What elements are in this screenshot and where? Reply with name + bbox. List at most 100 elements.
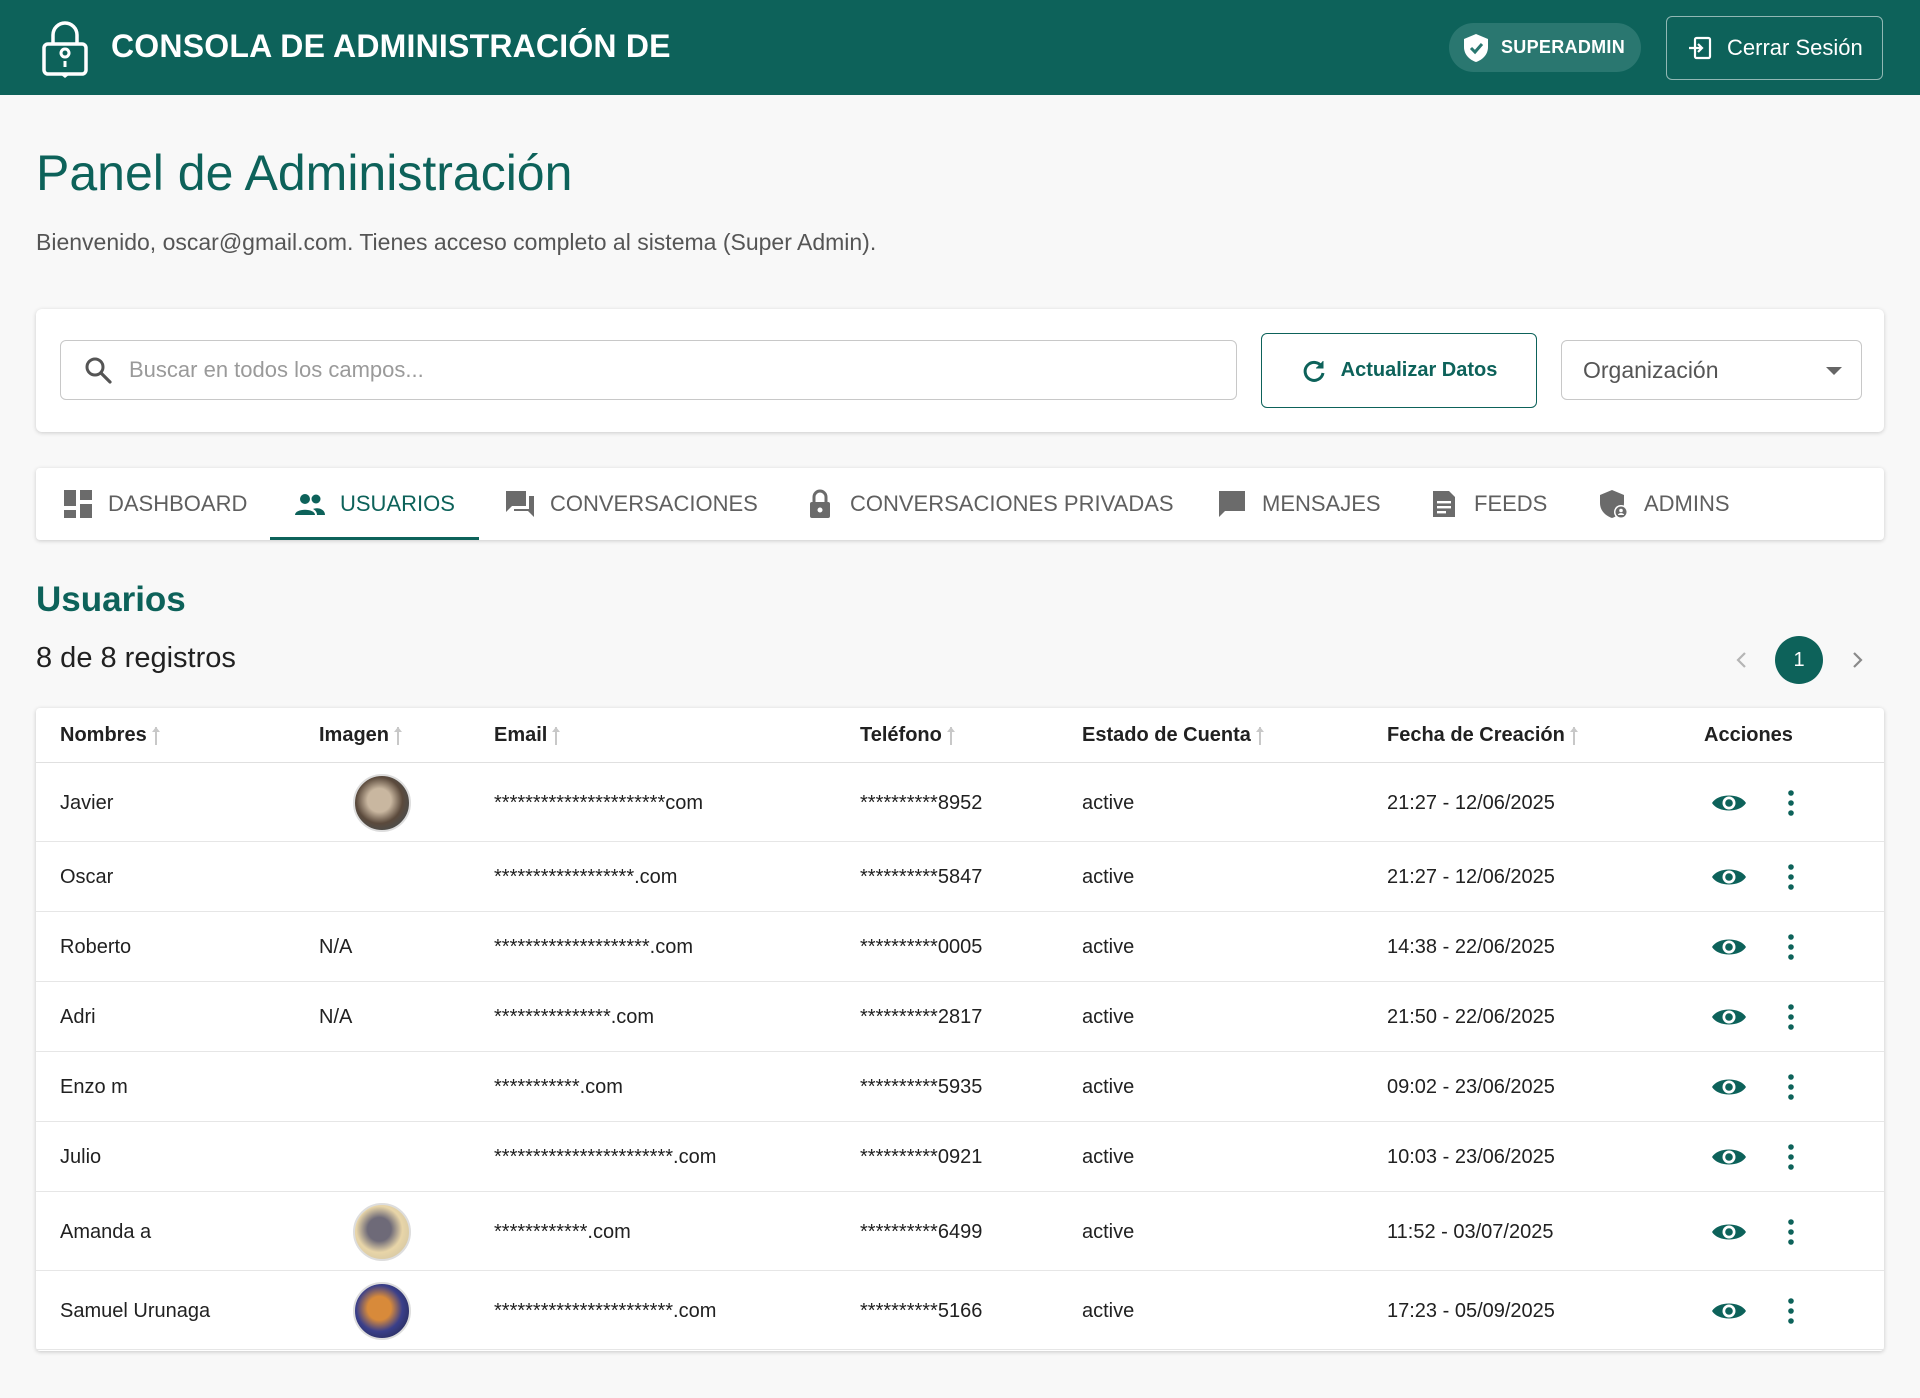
refresh-data-button[interactable]: Actualizar Datos bbox=[1261, 333, 1537, 408]
column-header-label: Estado de Cuenta bbox=[1082, 724, 1251, 746]
more-options-icon[interactable] bbox=[1786, 1143, 1796, 1171]
search-input[interactable] bbox=[129, 357, 1209, 383]
chat-icon bbox=[1219, 491, 1245, 517]
view-eye-icon[interactable] bbox=[1711, 1075, 1747, 1099]
account-status: active bbox=[1082, 1221, 1135, 1243]
account-status: active bbox=[1082, 936, 1135, 958]
tab-usuarios[interactable]: USUARIOS bbox=[270, 468, 479, 540]
view-eye-icon[interactable] bbox=[1711, 1005, 1747, 1029]
view-eye-icon[interactable] bbox=[1711, 791, 1747, 815]
account-status: active bbox=[1082, 866, 1135, 888]
user-name: Enzo m bbox=[60, 1076, 128, 1098]
user-email: ********************.com bbox=[494, 936, 694, 958]
user-image-text: N/A bbox=[319, 1006, 353, 1028]
user-phone: **********0005 bbox=[860, 936, 983, 958]
view-eye-icon[interactable] bbox=[1711, 865, 1747, 889]
more-options-icon[interactable] bbox=[1786, 1073, 1796, 1101]
search-field[interactable] bbox=[60, 340, 1237, 400]
forum-icon bbox=[506, 491, 534, 517]
more-options-icon[interactable] bbox=[1786, 933, 1796, 961]
chevron-down-icon bbox=[1826, 367, 1842, 375]
previous-page-button[interactable] bbox=[1731, 646, 1753, 674]
user-image-text: N/A bbox=[319, 936, 353, 958]
more-options-icon[interactable] bbox=[1786, 1218, 1796, 1246]
user-phone: **********5847 bbox=[860, 866, 983, 888]
organization-select[interactable]: Organización bbox=[1561, 340, 1862, 400]
column-header-email[interactable]: Email bbox=[494, 724, 561, 747]
column-header-label: Teléfono bbox=[860, 724, 942, 746]
user-name: Samuel Urunaga bbox=[60, 1300, 211, 1322]
view-eye-icon[interactable] bbox=[1711, 935, 1747, 959]
column-header-telefono[interactable]: Teléfono bbox=[860, 724, 956, 747]
table-row: Roberto N/A ********************.com ******… bbox=[36, 912, 1884, 982]
column-header-estado[interactable]: Estado de Cuenta bbox=[1082, 724, 1265, 747]
account-status: active bbox=[1082, 1006, 1135, 1028]
record-count: 8 de 8 registros bbox=[36, 642, 236, 674]
next-page-button[interactable] bbox=[1846, 646, 1868, 674]
tab-conversaciones[interactable]: CONVERSACIONES bbox=[504, 468, 758, 540]
user-name: Roberto bbox=[60, 936, 132, 958]
top-app-bar: CONSOLA DE ADMINISTRACIÓN DE SUPERADMIN … bbox=[0, 0, 1920, 95]
role-badge-label: SUPERADMIN bbox=[1501, 37, 1626, 57]
table-row: Samuel Urunaga ***********************.co… bbox=[36, 1271, 1884, 1350]
table-row: Adri N/A ***************.com **********2817… bbox=[36, 982, 1884, 1052]
role-badge: SUPERADMIN bbox=[1449, 23, 1641, 72]
column-header-label: Email bbox=[494, 724, 548, 746]
user-phone: **********5166 bbox=[860, 1300, 983, 1322]
page-1-button[interactable]: 1 bbox=[1775, 636, 1823, 684]
column-header-label: Nombres bbox=[60, 724, 147, 746]
more-options-icon[interactable] bbox=[1786, 863, 1796, 891]
column-header-label: Imagen bbox=[319, 724, 390, 746]
tab-label: ADMINS bbox=[1644, 491, 1730, 516]
account-status: active bbox=[1082, 1300, 1135, 1322]
tab-label: DASHBOARD bbox=[108, 491, 248, 516]
tab-label: FEEDS bbox=[1474, 491, 1548, 516]
column-header-imagen[interactable]: Imagen bbox=[319, 724, 403, 747]
avatar bbox=[353, 1282, 411, 1340]
view-eye-icon[interactable] bbox=[1711, 1299, 1747, 1323]
tab-label: USUARIOS bbox=[340, 491, 455, 516]
tab-conversaciones-privadas[interactable]: CONVERSACIONES PRIVADAS bbox=[804, 468, 1174, 540]
more-options-icon[interactable] bbox=[1786, 1297, 1796, 1325]
page-title: Panel de Administración bbox=[36, 145, 573, 201]
sort-icon bbox=[551, 725, 561, 747]
account-status: active bbox=[1082, 1076, 1135, 1098]
view-eye-icon[interactable] bbox=[1711, 1220, 1747, 1244]
table-row: Oscar ******************.com **********584… bbox=[36, 842, 1884, 912]
user-name: Oscar bbox=[60, 866, 114, 888]
user-phone: **********2817 bbox=[860, 1006, 983, 1028]
table-row: Julio ***********************.com ********… bbox=[36, 1122, 1884, 1192]
created-date: 21:50 - 22/06/2025 bbox=[1387, 1006, 1555, 1028]
created-date: 14:38 - 22/06/2025 bbox=[1387, 936, 1555, 958]
table-row: Enzo m ***********.com **********5935 activ… bbox=[36, 1052, 1884, 1122]
logout-label: Cerrar Sesión bbox=[1727, 35, 1863, 60]
tab-dashboard[interactable]: DASHBOARD bbox=[62, 468, 247, 540]
column-header-nombres[interactable]: Nombres bbox=[60, 724, 161, 747]
admin-shield-icon bbox=[1600, 490, 1628, 519]
more-options-icon[interactable] bbox=[1786, 1003, 1796, 1031]
tab-mensajes[interactable]: MENSAJES bbox=[1216, 468, 1381, 540]
created-date: 21:27 - 12/06/2025 bbox=[1387, 792, 1555, 814]
logout-button[interactable]: Cerrar Sesión bbox=[1666, 16, 1883, 80]
tab-label: CONVERSACIONES bbox=[550, 491, 758, 516]
user-name: Adri bbox=[60, 1006, 96, 1028]
account-status: active bbox=[1082, 792, 1135, 814]
shield-check-icon bbox=[1464, 33, 1488, 62]
column-header-label: Fecha de Creación bbox=[1387, 724, 1565, 746]
user-email: ***********************.com bbox=[494, 1300, 717, 1322]
table-header: Nombres Imagen Email Teléfono Estado de … bbox=[36, 708, 1884, 763]
sort-icon bbox=[1255, 725, 1265, 747]
more-options-icon[interactable] bbox=[1786, 789, 1796, 817]
chevron-left-icon bbox=[1736, 652, 1746, 668]
tab-admins[interactable]: ADMINS bbox=[1598, 468, 1730, 540]
column-header-fecha[interactable]: Fecha de Creación bbox=[1387, 724, 1579, 747]
people-icon bbox=[295, 494, 325, 515]
user-name: Javier bbox=[60, 792, 114, 814]
dashboard-icon bbox=[64, 490, 92, 518]
view-eye-icon[interactable] bbox=[1711, 1145, 1747, 1169]
created-date: 09:02 - 23/06/2025 bbox=[1387, 1076, 1555, 1098]
user-phone: **********0921 bbox=[860, 1146, 983, 1168]
article-icon bbox=[1433, 491, 1455, 517]
sort-icon bbox=[151, 725, 161, 747]
tab-feeds[interactable]: FEEDS bbox=[1428, 468, 1547, 540]
